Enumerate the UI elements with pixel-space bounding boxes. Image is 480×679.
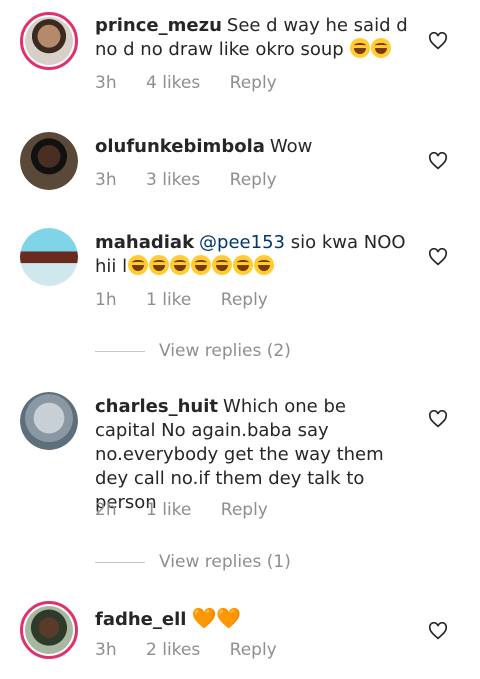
comment-meta: 3h 2 likes Reply bbox=[95, 640, 277, 660]
reply-button[interactable]: Reply bbox=[221, 290, 268, 310]
reply-button[interactable]: Reply bbox=[230, 640, 277, 660]
heart-outline-icon[interactable] bbox=[428, 32, 448, 50]
divider bbox=[95, 350, 145, 352]
comment-meta: 3h 3 likes Reply bbox=[95, 170, 277, 190]
comment-body: mahadiak @pee153 sio kwa NOO hii l bbox=[95, 231, 410, 279]
laughing-emoji-icon bbox=[350, 38, 371, 58]
comment-meta: 1h 1 like Reply bbox=[95, 290, 268, 310]
laughing-emoji-icon bbox=[149, 255, 170, 275]
avatar[interactable] bbox=[20, 132, 78, 190]
avatar[interactable] bbox=[20, 12, 78, 70]
comment-text: Wow bbox=[269, 136, 313, 157]
comment-likes[interactable]: 4 likes bbox=[146, 73, 200, 93]
avatar[interactable] bbox=[20, 392, 78, 450]
comment-body: charles_huit Which one be capital No agai… bbox=[95, 395, 410, 515]
view-replies-label: View replies (1) bbox=[159, 552, 291, 572]
avatar[interactable] bbox=[20, 228, 78, 286]
comment-time: 2h bbox=[95, 500, 117, 520]
avatar[interactable] bbox=[20, 601, 78, 659]
heart-outline-icon[interactable] bbox=[428, 248, 448, 266]
reply-button[interactable]: Reply bbox=[230, 73, 277, 93]
reply-button[interactable]: Reply bbox=[221, 500, 268, 520]
comment-body: prince_mezu See d way he said d no d no d… bbox=[95, 14, 410, 62]
comment-body: olufunkebimbola Wow bbox=[95, 135, 410, 159]
laughing-emoji-icon bbox=[233, 255, 254, 275]
comment-time: 3h bbox=[95, 640, 117, 660]
comment-time: 3h bbox=[95, 170, 117, 190]
comment-likes[interactable]: 2 likes bbox=[146, 640, 200, 660]
heart-outline-icon[interactable] bbox=[428, 622, 448, 640]
comment-body: fadhe_ell 🧡🧡 bbox=[95, 606, 410, 632]
smiling-emoji-icon bbox=[371, 38, 392, 58]
view-replies-button[interactable]: View replies (1) bbox=[95, 552, 291, 572]
comment-mention[interactable]: @pee153 bbox=[199, 232, 285, 253]
comment-likes[interactable]: 1 like bbox=[146, 290, 191, 310]
comment-meta: 2h 1 like Reply bbox=[95, 500, 268, 520]
comment-text: 🧡🧡 bbox=[191, 606, 242, 630]
laughing-emoji-icon bbox=[128, 255, 149, 275]
laughing-emoji-icon bbox=[254, 255, 275, 275]
comment-likes[interactable]: 1 like bbox=[146, 500, 191, 520]
comment-username[interactable]: mahadiak bbox=[95, 232, 194, 253]
comment-time: 1h bbox=[95, 290, 117, 310]
view-replies-button[interactable]: View replies (2) bbox=[95, 341, 291, 361]
divider bbox=[95, 561, 145, 563]
comment-username[interactable]: olufunkebimbola bbox=[95, 136, 265, 157]
comment-meta: 3h 4 likes Reply bbox=[95, 73, 277, 93]
heart-outline-icon[interactable] bbox=[428, 410, 448, 428]
heart-outline-icon[interactable] bbox=[428, 152, 448, 170]
laughing-emoji-icon bbox=[170, 255, 191, 275]
comment-time: 3h bbox=[95, 73, 117, 93]
reply-button[interactable]: Reply bbox=[230, 170, 277, 190]
laughing-emoji-icon bbox=[191, 255, 212, 275]
view-replies-label: View replies (2) bbox=[159, 341, 291, 361]
comment-username[interactable]: charles_huit bbox=[95, 396, 218, 417]
comment-username[interactable]: prince_mezu bbox=[95, 15, 222, 36]
comment-likes[interactable]: 3 likes bbox=[146, 170, 200, 190]
comment-username[interactable]: fadhe_ell bbox=[95, 609, 186, 630]
laughing-emoji-icon bbox=[212, 255, 233, 275]
